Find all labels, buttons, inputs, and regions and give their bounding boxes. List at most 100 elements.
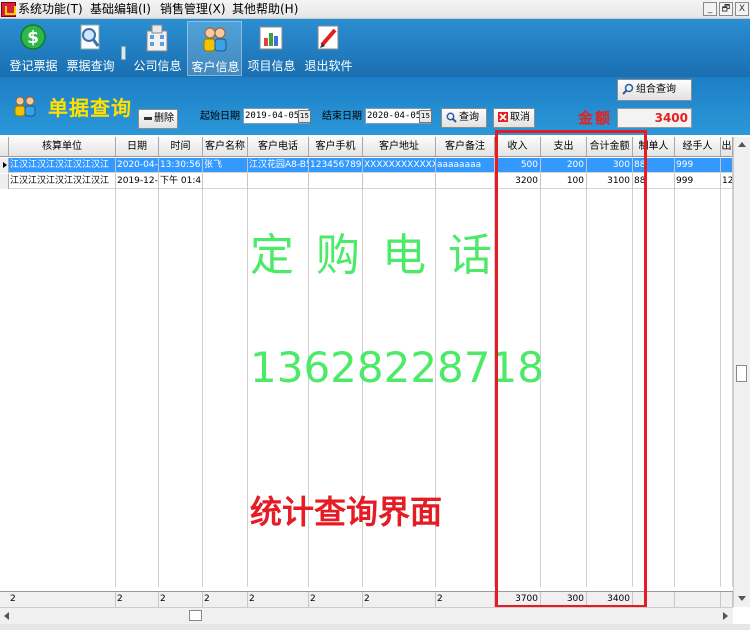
horizontal-scroll-thumb[interactable] — [189, 610, 202, 621]
menu-sales[interactable]: 销售管理(X) — [160, 2, 226, 17]
table-cell: XXXXXXXXXXXXXXX — [363, 158, 436, 173]
toolbar-project-info-button[interactable]: 项目信息 — [244, 21, 299, 76]
footer-cell — [675, 592, 721, 607]
vertical-scrollbar[interactable] — [733, 137, 750, 607]
svg-text:$: $ — [27, 28, 39, 48]
footer-cell: 2 — [248, 592, 309, 607]
table-cell: 2019-12-0 — [116, 174, 159, 189]
grid-column-line — [158, 157, 159, 587]
column-header[interactable]: 客户备注 — [436, 137, 495, 157]
footer-cell: 2 — [9, 592, 116, 607]
scroll-right-icon[interactable] — [723, 612, 728, 620]
status-strip — [0, 624, 750, 630]
users-icon — [203, 27, 227, 52]
page-title: 单据查询 — [48, 96, 132, 120]
column-header[interactable]: 客户电话 — [248, 137, 309, 157]
footer-cell: 2 — [436, 592, 495, 607]
footer-cell: 2 — [309, 592, 363, 607]
header-corner — [0, 137, 9, 157]
end-date-label: 结束日期 — [322, 111, 362, 122]
row-indicator — [0, 174, 9, 189]
menu-bar: 系统功能(T) 基础编辑(I) 销售管理(X) 其他帮助(H) _ 🗗 X — [0, 0, 750, 19]
toolbar-label: 客户信息 — [191, 60, 240, 74]
toolbar-separator — [121, 46, 126, 60]
scroll-left-icon[interactable] — [4, 612, 9, 620]
search-button[interactable]: 查询 — [441, 108, 487, 128]
toolbar-label: 登记票据 — [9, 59, 58, 73]
table-cell: aaaaaaaa — [436, 158, 495, 173]
table-cell: 江汉花园A8-B5 — [248, 158, 309, 173]
app-window: 系统功能(T) 基础编辑(I) 销售管理(X) 其他帮助(H) _ 🗗 X $ … — [0, 0, 750, 630]
table-cell — [721, 158, 733, 173]
table-cell — [436, 174, 495, 189]
grid-column-line — [115, 157, 116, 587]
combo-query-label: 组合查询 — [636, 84, 676, 95]
column-header[interactable]: 客户名称 — [203, 137, 248, 157]
footer-cell: 2 — [116, 592, 159, 607]
footer-cell: 2 — [363, 592, 436, 607]
calendar-icon[interactable]: 15 — [298, 110, 311, 123]
column-header[interactable]: 日期 — [116, 137, 159, 157]
footer-cell: 2 — [203, 592, 248, 607]
table-cell: 999 — [675, 158, 721, 173]
horizontal-scrollbar[interactable] — [0, 607, 733, 624]
row-indicator — [0, 158, 9, 173]
column-header[interactable]: 时间 — [159, 137, 203, 157]
grid-column-line — [674, 157, 675, 587]
close-icon — [498, 112, 508, 122]
table-cell: 张飞 — [203, 158, 248, 173]
footer-cell — [721, 592, 733, 607]
toolbar-label: 退出软件 — [304, 59, 353, 73]
search-icon — [446, 112, 457, 123]
money-dollar-icon: $ — [20, 24, 46, 50]
current-row-arrow-icon — [3, 162, 7, 168]
amount-total-field: 3400 — [617, 108, 692, 128]
grid-column-line — [247, 157, 248, 587]
column-header[interactable]: 经手人 — [675, 137, 721, 157]
app-logo-icon — [1, 2, 16, 17]
toolbar-label: 公司信息 — [133, 59, 182, 73]
scroll-up-icon[interactable] — [738, 142, 746, 147]
table-cell — [309, 174, 363, 189]
table-cell — [203, 174, 248, 189]
vertical-scroll-thumb[interactable] — [736, 365, 747, 382]
table-cell: 999 — [675, 174, 721, 189]
column-header[interactable]: 客户地址 — [363, 137, 436, 157]
amount-columns-highlight — [495, 130, 647, 608]
toolbar-register-receipt-button[interactable]: $ 登记票据 — [6, 21, 61, 76]
exit-pencil-icon — [317, 25, 339, 50]
footer-cell: 2 — [159, 592, 203, 607]
search-document-icon — [80, 24, 100, 50]
table-cell: 12345678910 — [309, 158, 363, 173]
minimize-button[interactable]: _ — [703, 2, 717, 16]
caption-statistics-screen: 统计查询界面 — [250, 493, 443, 531]
watermark-order-hotline: 定购电话 — [250, 230, 514, 281]
toolbar-company-info-button[interactable]: 公司信息 — [130, 21, 185, 76]
menu-help[interactable]: 其他帮助(H) — [232, 2, 298, 17]
menu-system[interactable]: 系统功能(T) — [18, 2, 83, 17]
table-cell: 2020-04-0 — [116, 158, 159, 173]
toolbar-receipt-query-button[interactable]: 票据查询 — [63, 21, 118, 76]
amount-label: 金额 — [578, 109, 613, 127]
toolbar-exit-button[interactable]: 退出软件 — [301, 21, 356, 76]
search-button-label: 查询 — [459, 112, 479, 123]
column-header[interactable]: 核算单位 — [9, 137, 116, 157]
column-header[interactable]: 客户手机 — [309, 137, 363, 157]
query-panel: 单据查询 删除 起始日期 2019-04-05 15 结束日期 2020-04-… — [0, 77, 750, 135]
calendar-icon[interactable]: 15 — [419, 110, 432, 123]
column-header[interactable]: 出 — [721, 137, 733, 157]
menu-basic-edit[interactable]: 基础编辑(I) — [90, 2, 151, 17]
cancel-button[interactable]: 取消 — [493, 108, 535, 128]
toolbar-customer-info-button[interactable]: 客户信息 — [187, 21, 242, 76]
restore-button[interactable]: 🗗 — [719, 2, 733, 16]
building-icon — [146, 24, 168, 52]
scroll-down-icon[interactable] — [738, 596, 746, 601]
table-cell: 江汉江汉江汉江汉江汉江 — [9, 158, 116, 173]
table-cell — [248, 174, 309, 189]
grid-column-line — [720, 157, 721, 587]
delete-button[interactable]: 删除 — [138, 109, 178, 129]
users-icon — [14, 96, 36, 117]
table-cell: 12 — [721, 174, 733, 189]
close-button[interactable]: X — [735, 2, 749, 16]
combo-query-button[interactable]: 组合查询 — [617, 79, 692, 101]
